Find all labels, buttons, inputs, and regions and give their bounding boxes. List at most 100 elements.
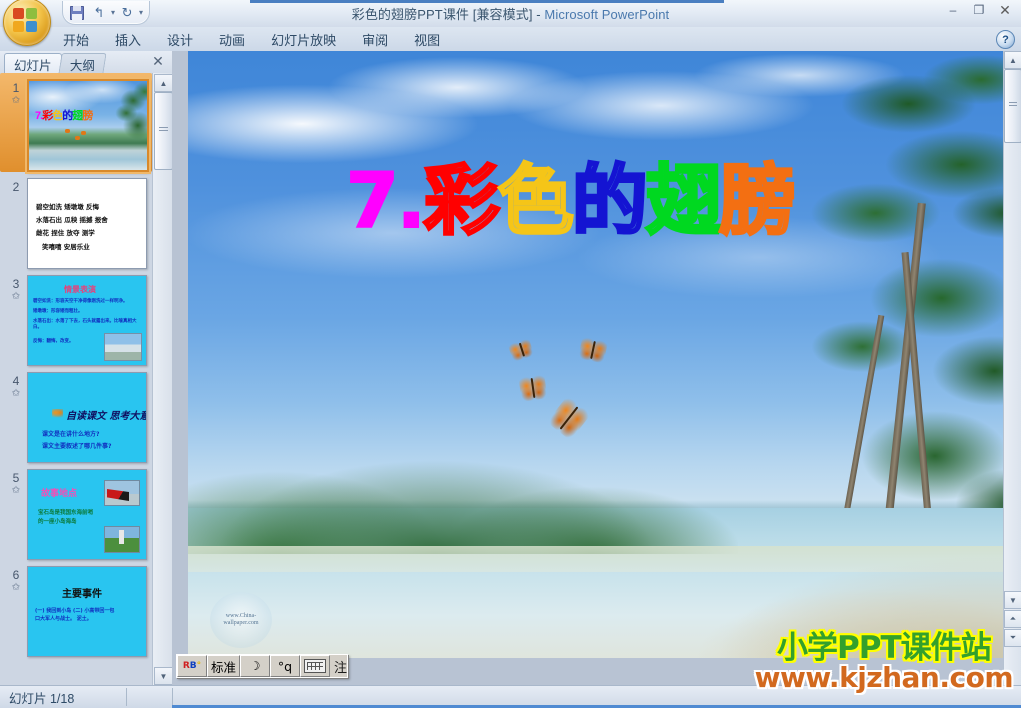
word-line-2: 水落石出 瓜秧 摇撼 报舍	[36, 216, 108, 224]
scroll-up-icon[interactable]: ▲	[1004, 51, 1021, 69]
ribbon-tab-bar: 开始 插入 设计 动画 幻灯片放映 审阅 视图 ?	[0, 27, 1021, 52]
slide-thumbnail-2[interactable]: 2 碧空如洗 矮墩墩 反悔 水落石出 瓜秧 摇撼 报舍 雌花 捏住 放夺 测学 …	[0, 172, 152, 269]
restore-button[interactable]: ❐	[967, 1, 991, 19]
ime-mode-button[interactable]: 标准	[207, 655, 241, 677]
slide-number-3: 3 ✩	[0, 275, 27, 366]
panel-scroll-down-icon[interactable]: ▼	[154, 667, 173, 685]
bullet-2: 课文主要叙述了哪几件事?	[42, 443, 112, 450]
slides-outline-panel: 幻灯片 大纲 ✕ 1 ✩ 7.彩色的翅膀 2 碧空如洗 矮墩墩 反悔 水落石出 …	[0, 51, 173, 686]
slide-number-5: 5 ✩	[0, 469, 27, 560]
slide-editing-stage: 7.彩色的翅膀 www.China-wallpaper.com 小学PPT课件站…	[172, 51, 1021, 694]
animation-star-icon: ✩	[11, 485, 21, 496]
slide-thumbnail-canvas-3[interactable]: 情景表演 碧空如洗：形容天空干净得像刚洗过一样明净。 矮墩墩：形容矮而粗壮。 水…	[27, 275, 147, 366]
scroll-thumb[interactable]	[1004, 69, 1021, 143]
tab-slideshow[interactable]: 幻灯片放映	[258, 26, 349, 53]
minimize-button[interactable]: –	[941, 1, 965, 19]
animation-star-icon: ✩	[11, 95, 21, 106]
title-bar: ↰ ▾ ↻ ▾ 彩色的翅膀PPT课件 [兼容模式] - Microsoft Po…	[0, 0, 1021, 46]
slide-number-2: 2	[0, 178, 27, 269]
slide-thumbnail-canvas-1[interactable]: 7.彩色的翅膀	[27, 79, 149, 172]
panel-close-icon[interactable]: ✕	[150, 53, 166, 70]
bullet-3: 水落石出：水落了下去，石头就露出来。比喻真相大白。	[33, 319, 137, 330]
slide-number-label: 3	[12, 277, 20, 291]
bullet-2: 口大军人与战士。 泥土。	[35, 616, 92, 622]
panel-scroll-thumb[interactable]	[154, 92, 173, 170]
slide-thumbnail-3[interactable]: 3 ✩ 情景表演 碧空如洗：形容天空干净得像刚洗过一样明净。 矮墩墩：形容矮而粗…	[0, 269, 152, 366]
bullet-1: 宝石岛是我国东海前哨	[38, 510, 94, 516]
panel-tab-slides-label: 幻灯片	[14, 58, 52, 73]
status-divider	[126, 688, 127, 706]
tab-design[interactable]: 设计	[154, 26, 206, 53]
tab-animations[interactable]: 动画	[206, 26, 258, 53]
slide-title-thumb: 7.彩色的翅膀	[35, 110, 93, 122]
title-char-3: 的	[570, 156, 649, 245]
panel-tab-outline-label: 大纲	[69, 58, 95, 73]
word-line-4: 笑嘻嘻 安居乐业	[42, 243, 90, 251]
tab-review[interactable]: 审阅	[349, 26, 401, 53]
site-watermark-url: www.kjzhan.com	[754, 661, 1014, 694]
site-watermark: 小学PPT课件站 www.kjzhan.com	[754, 622, 1014, 694]
scroll-down-icon[interactable]: ▼	[1004, 591, 1021, 609]
slide-thumbnail-canvas-5[interactable]: 故事地点 宝石岛是我国东海前哨 的一座小岛海岛	[27, 469, 147, 560]
slide-thumbnail-canvas-6[interactable]: 主要事件 (一) 我回到小岛 (二) 小高带回一包 口大军人与战士。 泥土。	[27, 566, 147, 657]
keyboard-icon	[304, 659, 327, 673]
animation-star-icon: ✩	[11, 388, 21, 399]
thumbnail-photo-flag	[104, 480, 140, 506]
panel-scroll-up-icon[interactable]: ▲	[154, 74, 173, 92]
slide-number-label: 2	[12, 180, 20, 194]
title-bar-accent-strip	[250, 0, 724, 3]
slide-thumbnail-1[interactable]: 1 ✩ 7.彩色的翅膀	[0, 73, 152, 172]
butterfly-icon	[65, 129, 70, 133]
image-watermark: www.China-wallpaper.com	[210, 592, 272, 648]
bullet-1: 碧空如洗：形容天空干净得像刚洗过一样明净。	[33, 299, 128, 304]
butterfly-icon	[507, 338, 535, 362]
animation-star-icon: ✩	[11, 582, 21, 593]
panel-tab-bar: 幻灯片 大纲 ✕	[0, 51, 172, 74]
slide-vertical-scrollbar[interactable]: ▲ ▼ ⏶ ⏷	[1003, 51, 1021, 686]
slide-thumbnail-5[interactable]: 5 ✩ 故事地点 宝石岛是我国东海前哨 的一座小岛海岛	[0, 463, 152, 560]
butterfly-icon	[81, 131, 86, 135]
title-char-1: 彩	[422, 156, 501, 245]
ime-soft-keyboard-button[interactable]	[300, 655, 331, 677]
ime-punctuation-icon[interactable]: °q	[270, 655, 301, 677]
ime-trailing-label: 注	[334, 659, 348, 675]
butterfly-icon	[75, 136, 80, 140]
ime-halfwidth-moon-icon[interactable]: ☽	[240, 655, 271, 677]
slide-thumbnail-list[interactable]: 1 ✩ 7.彩色的翅膀 2 碧空如洗 矮墩墩 反悔 水落石出 瓜秧 摇撼 报舍 …	[0, 73, 152, 686]
office-button[interactable]	[3, 0, 51, 46]
butterfly-icon	[518, 374, 548, 402]
bullet-1: 课文是在讲什么地方?	[42, 431, 100, 438]
word-line-3: 雌花 捏住 放夺 测学	[36, 229, 95, 237]
slide-thumbnail-canvas-2[interactable]: 碧空如洗 矮墩墩 反悔 水落石出 瓜秧 摇撼 报舍 雌花 捏住 放夺 测学 笑嘻…	[27, 178, 147, 269]
powerpoint-window: ↰ ▾ ↻ ▾ 彩色的翅膀PPT课件 [兼容模式] - Microsoft Po…	[0, 0, 1021, 708]
current-slide[interactable]: 7.彩色的翅膀 www.China-wallpaper.com	[188, 51, 1004, 658]
slide-number-label: 6	[12, 568, 20, 582]
window-controls: – ❐ ✕	[941, 1, 1017, 19]
slide-thumbnail-4[interactable]: 4 ✩ 自读课文 思考大意 课文是在讲什么地方? 课文主要叙述了哪几件事?	[0, 366, 152, 463]
title-char-0: 7.	[345, 156, 427, 245]
palm-trees-thumb	[101, 81, 147, 170]
document-title: 彩色的翅膀PPT课件 [兼容模式]	[351, 7, 533, 22]
slide-number-label: 4	[12, 374, 20, 388]
panel-scrollbar[interactable]: ▲ ▼	[152, 73, 173, 686]
close-button[interactable]: ✕	[993, 1, 1017, 19]
tab-view[interactable]: 视图	[401, 26, 453, 53]
ime-logo-icon[interactable]: R B °	[177, 655, 207, 677]
panel-tab-slides[interactable]: 幻灯片	[4, 53, 62, 74]
title-separator: -	[532, 7, 545, 22]
panel-tab-outline[interactable]: 大纲	[58, 53, 107, 74]
tab-home[interactable]: 开始	[50, 26, 102, 53]
tab-insert[interactable]: 插入	[102, 26, 154, 53]
title-char-5: 膀	[718, 156, 797, 245]
office-logo-icon	[13, 8, 39, 34]
bullet-2: 矮墩墩：形容矮而粗壮。	[33, 309, 83, 314]
slide-title-text[interactable]: 7.彩色的翅膀	[345, 156, 986, 245]
help-icon[interactable]: ?	[996, 30, 1015, 49]
slide-heading: 主要事件	[62, 589, 102, 600]
thumbnail-photo	[104, 333, 142, 361]
ime-toolbar[interactable]: R B ° 标准 ☽ °q 注	[176, 654, 349, 678]
bullet-4: 反悔：翻悔，改变。	[33, 339, 74, 344]
title-char-4: 翅	[644, 156, 723, 245]
slide-thumbnail-canvas-4[interactable]: 自读课文 思考大意 课文是在讲什么地方? 课文主要叙述了哪几件事?	[27, 372, 147, 463]
slide-thumbnail-6[interactable]: 6 ✩ 主要事件 (一) 我回到小岛 (二) 小高带回一包 口大军人与战士。 泥…	[0, 560, 152, 657]
